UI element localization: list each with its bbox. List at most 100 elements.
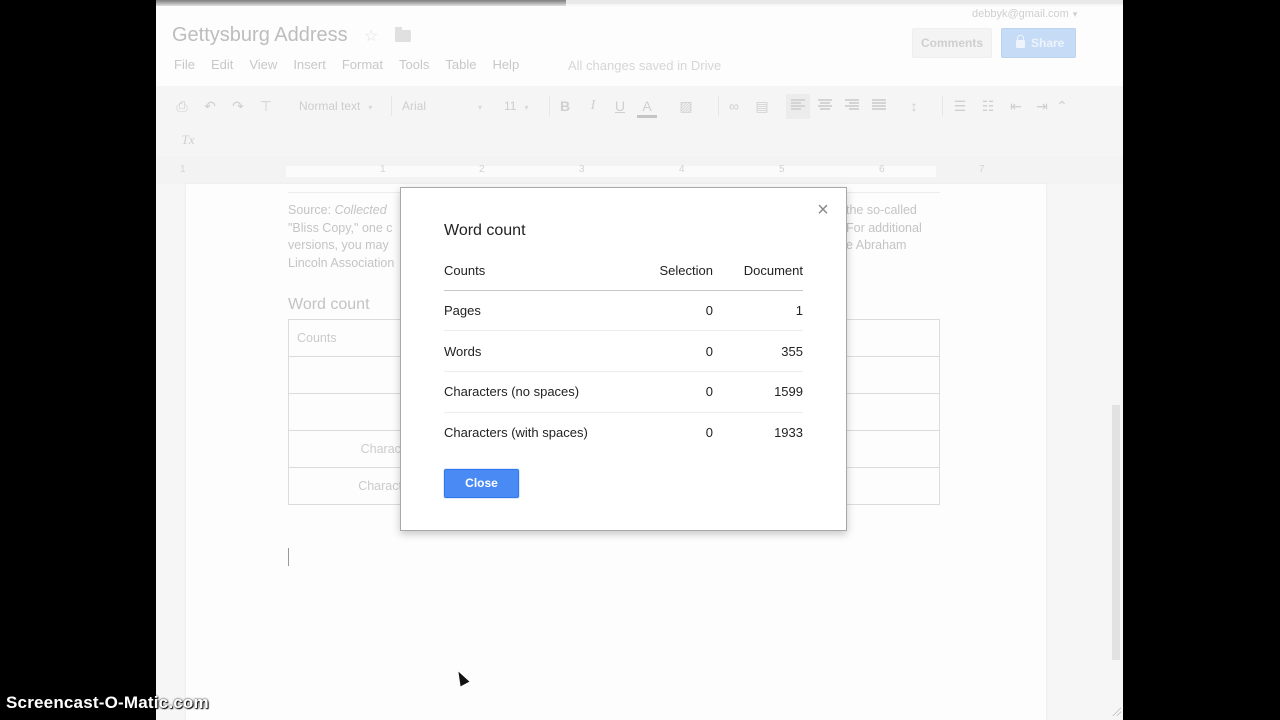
menu-insert[interactable]: Insert: [293, 57, 326, 72]
toolbar-divider: [718, 96, 719, 116]
document-value: 1599: [713, 371, 803, 413]
ruler-number: 6: [879, 164, 885, 175]
bulleted-list-icon[interactable]: ☷: [978, 96, 998, 116]
document-title[interactable]: Gettysburg Address: [172, 24, 348, 47]
account-menu[interactable]: debbyk@gmail.com ▾: [972, 8, 1077, 20]
chevron-down-icon: ▾: [478, 103, 483, 112]
folder-icon[interactable]: [395, 27, 411, 42]
ruler-number: 1: [380, 164, 386, 175]
comments-button[interactable]: Comments: [912, 28, 992, 58]
left-black-margin: [0, 0, 156, 720]
ruler-number: 5: [779, 164, 785, 175]
font-size-value: 11: [504, 99, 517, 113]
ruler-number: 3: [579, 164, 585, 175]
increase-indent-icon[interactable]: ⇥: [1032, 96, 1052, 116]
style-value: Normal text: [299, 99, 361, 113]
table-row: Characters (with spaces) 0 1933: [444, 412, 803, 453]
numbered-list-icon[interactable]: ☰: [950, 96, 970, 116]
document-value: 355: [713, 330, 803, 372]
menu-edit[interactable]: Edit: [211, 57, 233, 72]
undo-icon[interactable]: ↶: [200, 96, 220, 116]
selection-value: 0: [623, 290, 713, 332]
italic-icon[interactable]: I: [583, 96, 603, 116]
bold-icon[interactable]: B: [555, 96, 575, 116]
align-right-icon[interactable]: [845, 99, 859, 111]
text-color-icon[interactable]: A: [637, 96, 657, 118]
menu-format[interactable]: Format: [342, 57, 383, 72]
table-row: Words 0 355: [444, 330, 803, 372]
menu-tools[interactable]: Tools: [399, 57, 429, 72]
chevron-down-icon: ▾: [524, 103, 529, 112]
toolbar: ⎙ ↶ ↷ ⊤ Normal text ▾ Arial ▾ 11 ▾ B I U A …: [156, 86, 1123, 156]
menu-table[interactable]: Table: [445, 57, 476, 72]
source-label: Source:: [288, 203, 335, 217]
share-button[interactable]: Share: [1001, 28, 1076, 58]
source-line: e Abraham: [846, 238, 907, 252]
justify-icon[interactable]: [872, 99, 886, 111]
ruler-number: 4: [679, 164, 685, 175]
menu-view[interactable]: View: [249, 57, 277, 72]
row-label: Characters (with spaces): [444, 425, 588, 441]
source-paragraph-right: the so-called For additional e Abraham: [846, 202, 922, 255]
resize-grip-icon[interactable]: [1111, 706, 1121, 716]
watermark: Screencast-O-Matic.com: [6, 693, 209, 712]
close-button[interactable]: Close: [444, 469, 519, 498]
share-label: Share: [1031, 36, 1065, 50]
document-value: 1: [713, 290, 803, 332]
source-line: Lincoln Association: [288, 255, 395, 270]
chevron-down-icon: ▾: [1072, 9, 1078, 19]
source-line: the so-called: [846, 203, 917, 217]
menu-file[interactable]: File: [174, 57, 195, 72]
menu-help[interactable]: Help: [492, 57, 519, 72]
menu-bar: File Edit View Insert Format Tools Table…: [174, 57, 535, 72]
row-label: Pages: [444, 290, 623, 332]
toolbar-divider: [549, 96, 550, 116]
table-row: Characters (no spaces) 0 1599: [444, 371, 803, 413]
source-line: For additional: [846, 220, 922, 235]
right-black-margin: [1123, 0, 1280, 720]
close-icon[interactable]: ×: [814, 200, 832, 220]
toolbar-divider: [391, 96, 392, 116]
collapse-toolbar-icon[interactable]: ⌃: [1052, 96, 1072, 116]
star-icon[interactable]: ☆: [364, 26, 378, 46]
highlight-color-icon[interactable]: ▨: [676, 96, 696, 116]
word-count-table: Counts Selection Document Pages 0 1 Word…: [444, 252, 803, 453]
chevron-down-icon: ▾: [368, 103, 373, 112]
ruler-number: 2: [479, 164, 485, 175]
style-dropdown[interactable]: Normal text ▾: [299, 96, 372, 116]
redo-icon[interactable]: ↷: [228, 96, 248, 116]
dialog-title: Word count: [444, 222, 526, 239]
font-dropdown[interactable]: Arial ▾: [402, 96, 482, 116]
source-line: "Bliss Copy," one c: [288, 220, 393, 235]
comment-icon[interactable]: ▤: [752, 96, 772, 116]
paint-format-icon[interactable]: ⊤: [256, 96, 276, 116]
table-row: Pages 0 1: [444, 290, 803, 332]
column-header-counts: Counts: [444, 252, 623, 291]
print-icon[interactable]: ⎙: [172, 96, 192, 116]
row-label: Words: [444, 330, 623, 372]
ruler-number: 1: [180, 164, 186, 175]
align-left-icon[interactable]: [791, 99, 805, 111]
column-header-selection: Selection: [623, 252, 713, 291]
document-heading: Word count: [288, 296, 370, 313]
underline-icon[interactable]: U: [610, 96, 630, 116]
toolbar-divider: [942, 96, 943, 116]
decrease-indent-icon[interactable]: ⇤: [1006, 96, 1026, 116]
link-icon[interactable]: ∞: [724, 96, 744, 116]
ruler-number: 7: [979, 164, 985, 175]
font-size-dropdown[interactable]: 11 ▾: [504, 96, 528, 116]
clear-formatting-icon[interactable]: Tx: [178, 130, 198, 150]
font-value: Arial: [402, 99, 427, 113]
source-title: Collected: [334, 203, 387, 217]
table-header-row: Counts Selection Document: [444, 252, 803, 291]
column-header-document: Document: [713, 252, 803, 291]
text-cursor: [288, 548, 289, 566]
align-center-icon[interactable]: [818, 99, 832, 111]
ruler: 1 1 2 3 4 5 6 7: [156, 156, 1123, 184]
selection-value: 0: [623, 330, 713, 372]
line-spacing-icon[interactable]: ↕: [904, 96, 924, 116]
save-status: All changes saved in Drive: [568, 58, 722, 73]
document-value: 1933: [774, 425, 803, 441]
vertical-scrollbar[interactable]: [1112, 405, 1120, 660]
word-count-dialog: × Word count Counts Selection Document P…: [400, 187, 847, 531]
